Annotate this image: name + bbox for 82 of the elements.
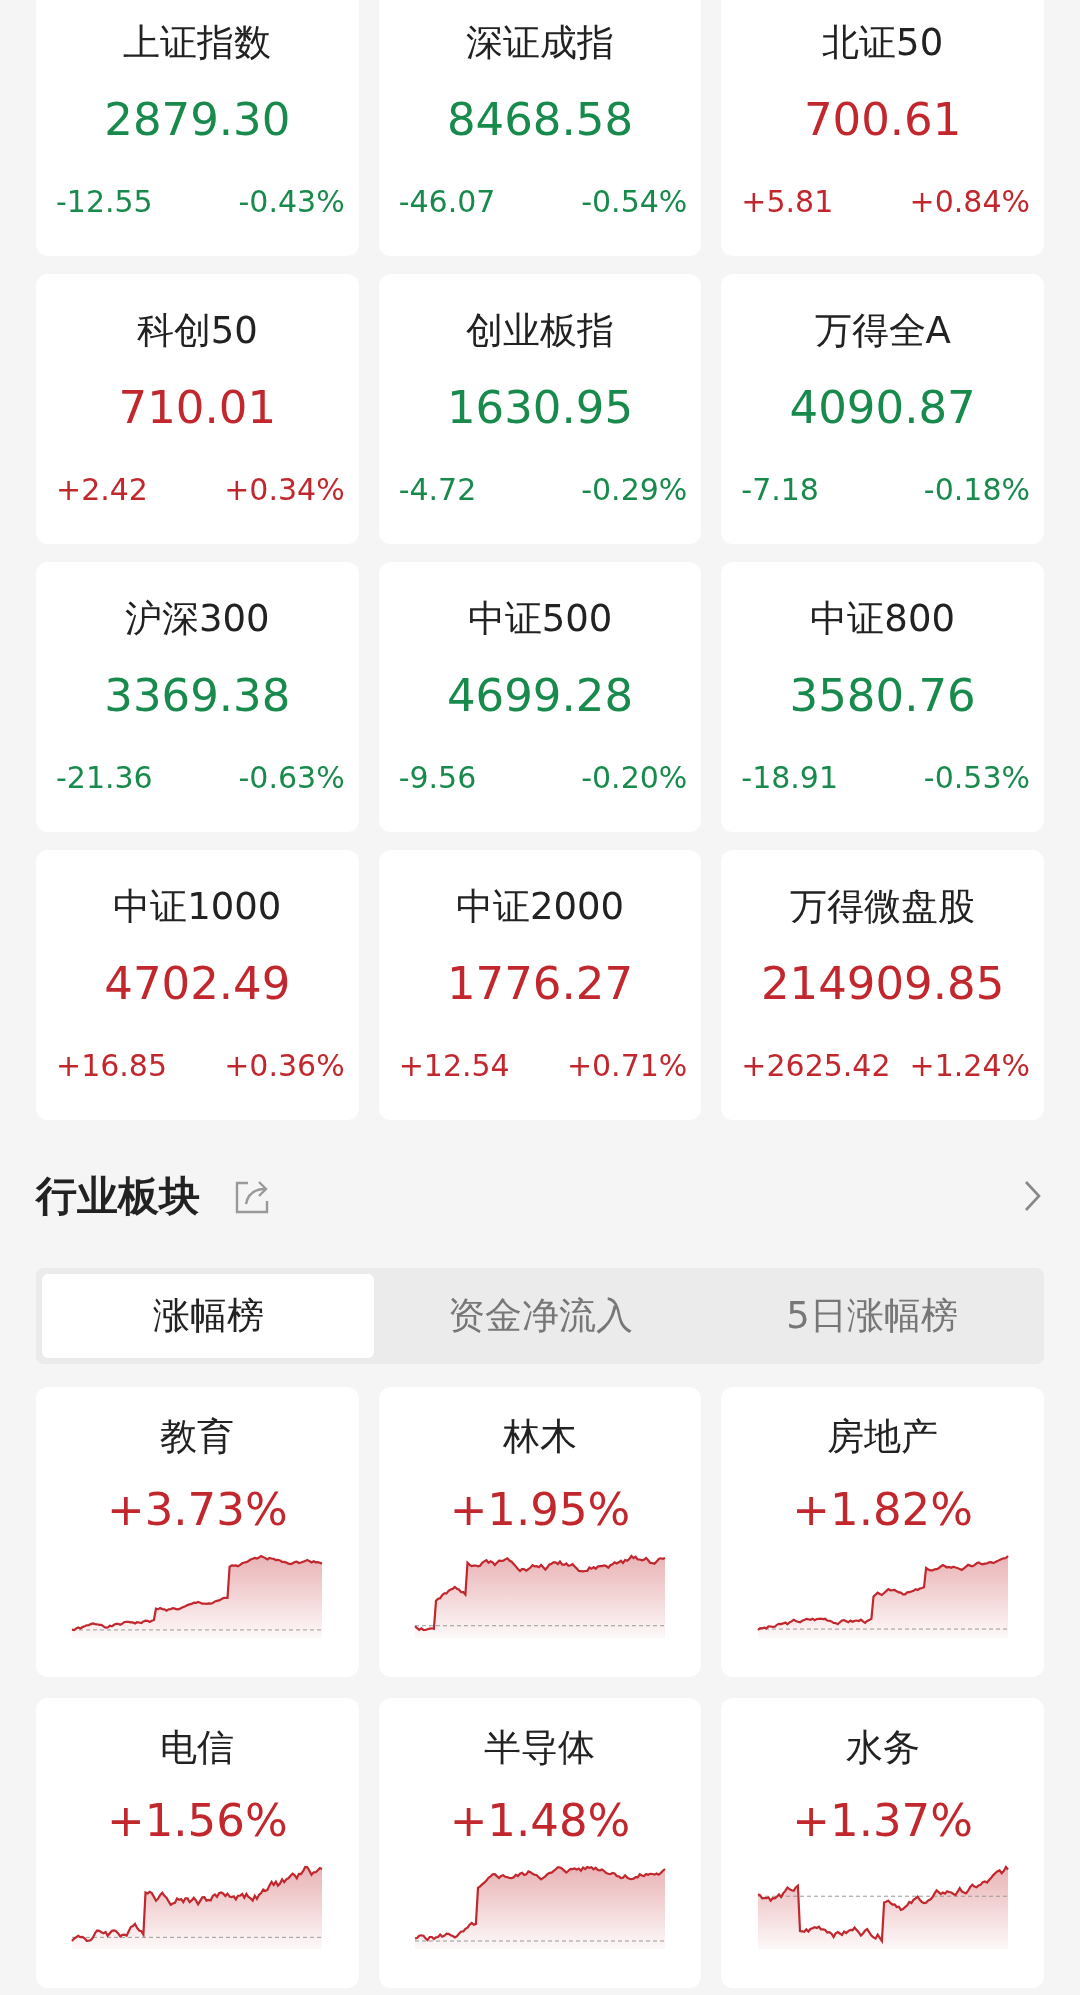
- index-card[interactable]: 深证成指 8468.58 -46.07 -0.54%: [378, 0, 702, 256]
- index-value: 4090.87: [788, 380, 977, 436]
- index-value: 214909.85: [759, 956, 1006, 1012]
- sector-percent: +3.73%: [106, 1482, 289, 1538]
- index-name: 深证成指: [465, 20, 615, 66]
- index-change: +2.42: [56, 471, 148, 509]
- index-percent: -0.43%: [238, 183, 345, 221]
- index-name: 万得全A: [813, 308, 952, 354]
- sector-percent: +1.37%: [791, 1793, 974, 1849]
- index-name: 中证1000: [112, 884, 283, 930]
- index-name: 科创50: [135, 308, 259, 354]
- index-name: 万得微盘股: [789, 884, 977, 930]
- index-name: 北证50: [821, 20, 945, 66]
- sector-card[interactable]: 房地产 +1.82%: [721, 1387, 1044, 1677]
- index-value: 1630.95: [445, 380, 635, 436]
- index-change: -9.56: [398, 759, 477, 797]
- index-change: -18.91: [741, 759, 839, 797]
- index-value: 700.61: [802, 92, 963, 148]
- index-card[interactable]: 万得微盘股 214909.85 +2625.42 +1.24%: [721, 850, 1044, 1120]
- sector-card[interactable]: 电信 +1.56%: [36, 1698, 359, 1988]
- index-name: 中证500: [466, 596, 614, 642]
- index-percent: -0.63%: [238, 759, 345, 797]
- sector-card[interactable]: 半导体 +1.48%: [378, 1698, 702, 1988]
- index-value: 2879.30: [103, 92, 292, 148]
- index-name: 创业板指: [465, 308, 615, 354]
- index-percent: +0.34%: [224, 471, 345, 509]
- section-title: 行业板块: [36, 1170, 200, 1222]
- index-card[interactable]: 上证指数 2879.30 -12.55 -0.43%: [36, 0, 359, 256]
- index-name: 沪深300: [124, 596, 271, 642]
- index-percent: -0.54%: [581, 183, 688, 221]
- sector-card[interactable]: 林木 +1.95%: [378, 1387, 702, 1677]
- index-percent: -0.20%: [581, 759, 688, 797]
- sector-percent: +1.56%: [106, 1793, 289, 1849]
- index-percent: +0.71%: [566, 1047, 688, 1085]
- index-percent: +0.36%: [224, 1047, 345, 1085]
- index-change: +16.85: [56, 1047, 168, 1085]
- sector-percent: +1.48%: [448, 1793, 632, 1849]
- index-value: 8468.58: [445, 92, 635, 148]
- index-value: 1776.27: [445, 956, 635, 1012]
- index-change: -4.72: [398, 471, 477, 509]
- sector-card[interactable]: 水务 +1.37%: [721, 1698, 1044, 1988]
- tab[interactable]: 5日涨幅榜: [706, 1274, 1038, 1358]
- index-change: -21.36: [56, 759, 153, 797]
- index-value: 3580.76: [788, 668, 977, 724]
- index-change: -7.18: [741, 471, 819, 509]
- sector-percent: +1.82%: [791, 1482, 974, 1538]
- tab[interactable]: 资金净流入: [374, 1274, 706, 1358]
- index-change: -46.07: [398, 183, 496, 221]
- index-value: 710.01: [117, 380, 278, 436]
- sector-percent: +1.95%: [448, 1482, 632, 1538]
- index-card[interactable]: 科创50 710.01 +2.42 +0.34%: [36, 274, 359, 544]
- sector-name: 电信: [159, 1725, 236, 1771]
- index-change: +5.81: [741, 183, 834, 221]
- tab[interactable]: 涨幅榜: [42, 1274, 374, 1358]
- index-card[interactable]: 沪深300 3369.38 -21.36 -0.63%: [36, 562, 359, 832]
- index-card[interactable]: 北证50 700.61 +5.81 +0.84%: [721, 0, 1044, 256]
- index-percent: -0.18%: [923, 471, 1030, 509]
- index-percent: +1.24%: [909, 1047, 1030, 1085]
- index-change: +12.54: [398, 1047, 510, 1085]
- index-percent: -0.29%: [581, 471, 688, 509]
- sector-card[interactable]: 教育 +3.73%: [36, 1387, 359, 1677]
- index-card[interactable]: 创业板指 1630.95 -4.72 -0.29%: [378, 274, 702, 544]
- index-card[interactable]: 中证800 3580.76 -18.91 -0.53%: [721, 562, 1044, 832]
- sector-name: 林木: [502, 1414, 578, 1460]
- index-name: 上证指数: [122, 20, 273, 66]
- sector-name: 房地产: [826, 1414, 940, 1460]
- index-name: 中证2000: [454, 884, 626, 930]
- index-card[interactable]: 万得全A 4090.87 -7.18 -0.18%: [721, 274, 1044, 544]
- sector-name: 水务: [844, 1725, 921, 1771]
- index-change: +2625.42: [741, 1047, 891, 1085]
- index-value: 4702.49: [103, 956, 292, 1012]
- index-percent: -0.53%: [923, 759, 1030, 797]
- index-percent: +0.84%: [909, 183, 1030, 221]
- index-value: 3369.38: [103, 668, 292, 724]
- index-card[interactable]: 中证2000 1776.27 +12.54 +0.71%: [378, 850, 702, 1120]
- index-card[interactable]: 中证500 4699.28 -9.56 -0.20%: [378, 562, 702, 832]
- index-card[interactable]: 中证1000 4702.49 +16.85 +0.36%: [36, 850, 359, 1120]
- sector-name: 半导体: [483, 1725, 597, 1771]
- sector-name: 教育: [159, 1414, 236, 1460]
- index-value: 4699.28: [445, 668, 635, 724]
- index-change: -12.55: [56, 183, 153, 221]
- index-name: 中证800: [809, 596, 956, 642]
